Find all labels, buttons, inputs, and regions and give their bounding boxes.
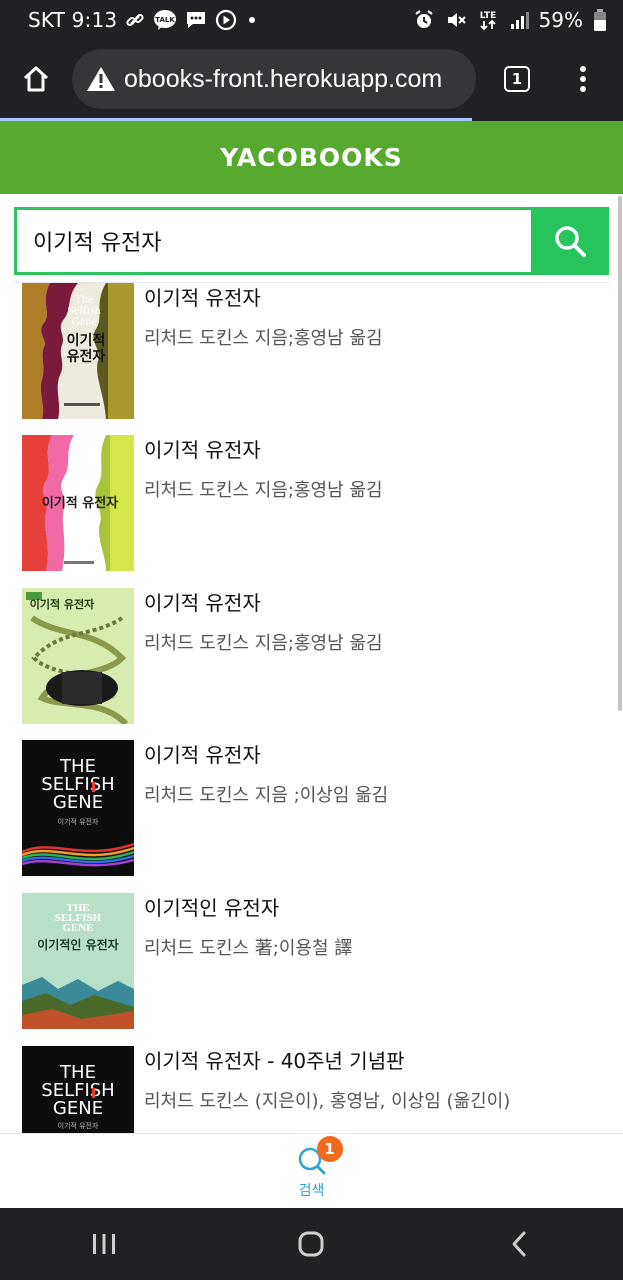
book-cover[interactable]: THE SELFISH GENE 이기적 유전자 xyxy=(22,740,134,876)
search-input[interactable] xyxy=(33,228,531,254)
home-icon xyxy=(23,66,49,92)
book-list: The Selfish Gene 이기적 유전자 이기적 유전자 리처드 도킨스… xyxy=(0,283,610,1133)
cover-text: 유전자 xyxy=(67,348,106,365)
book-author: 리처드 도킨스 著;이용철 譯 xyxy=(144,938,353,959)
bottom-nav: 1 검색 xyxy=(0,1133,623,1208)
browser-menu-button[interactable] xyxy=(558,40,608,118)
book-author: 리처드 도킨스 지음;홍영남 옮김 xyxy=(144,480,383,501)
home-system-button[interactable] xyxy=(271,1208,351,1280)
book-item[interactable]: The Selfish Gene 이기적 유전자 이기적 유전자 리처드 도킨스… xyxy=(22,283,602,419)
cover-text: 이기적인 유전자 xyxy=(37,937,118,952)
cover-text: Gene xyxy=(71,466,96,480)
book-title[interactable]: 이기적 유전자 xyxy=(144,437,383,463)
cover-text: 이기적 유전자 xyxy=(58,1121,99,1130)
book-item[interactable]: THE SELFISH GENE 이기적인 유전자 이기적인 유전자 리처드 도… xyxy=(22,893,602,1029)
book-author: 리처드 도킨스 지음;홍영남 옮김 xyxy=(144,328,383,349)
book-item[interactable]: The Selfish Gene 이기적 유전자 이기적 유전자 리처드 도킨스… xyxy=(22,435,602,571)
book-author: 리처드 도킨스 지음;홍영남 옮김 xyxy=(144,633,383,654)
cover-text: Gene xyxy=(71,314,96,328)
signal-icon xyxy=(509,10,529,30)
cover-text: GENE xyxy=(53,792,103,813)
book-title[interactable]: 이기적 유전자 xyxy=(144,590,383,616)
cover-text: 이기적 유전자 xyxy=(42,495,118,511)
book-cover[interactable]: The Selfish Gene 이기적 유전자 xyxy=(22,283,134,419)
book-item[interactable]: THE SELFISH GENE 이기적 유전자 이기적 유전자 - 40주년 … xyxy=(22,1046,602,1133)
tab-switcher-button[interactable]: 1 xyxy=(476,40,558,118)
notification-badge: 1 xyxy=(316,1136,343,1162)
book-cover[interactable]: THE SELFISH GENE 이기적 유전자 xyxy=(22,1046,134,1133)
scrollbar[interactable] xyxy=(618,196,622,711)
search-button[interactable] xyxy=(531,207,609,275)
recent-apps-button[interactable] xyxy=(64,1208,144,1280)
tab-count: 1 xyxy=(504,66,530,92)
battery-percent: 59% xyxy=(538,8,583,32)
network-label: LTE xyxy=(479,11,496,21)
book-item[interactable]: THE SELFISH GENE 이기적 유전자 이기적 유전자 리처드 도킨스… xyxy=(22,740,602,876)
browser-toolbar: obooks-front.herokuapp.com 1 xyxy=(0,40,623,118)
book-author: 리처드 도킨스 (지은이), 홍영남, 이상임 (옮긴이) xyxy=(144,1091,511,1112)
book-author: 리처드 도킨스 지음 ;이상임 옮김 xyxy=(144,785,389,806)
book-item[interactable]: 이기적 유전자 이기적 유전자 리처드 도킨스 지음;홍영남 옮김 xyxy=(22,588,602,724)
search-input-wrapper xyxy=(14,207,531,275)
book-title[interactable]: 이기적 유전자 xyxy=(144,742,388,768)
home-circle-icon xyxy=(298,1231,324,1257)
cover-text: GENE xyxy=(53,1098,103,1119)
app-logo[interactable]: YACOBOOKS xyxy=(220,143,403,172)
kakaotalk-icon: TALK xyxy=(153,9,177,31)
book-title[interactable]: 이기적 유전자 xyxy=(144,285,383,311)
url-text[interactable]: obooks-front.herokuapp.com xyxy=(124,65,442,94)
back-button[interactable] xyxy=(479,1208,559,1280)
cover-text: 이기적 xyxy=(67,332,106,349)
cover-text: 이기적 유전자 xyxy=(30,597,95,611)
status-bar: SKT 9:13 TALK LTE 59% xyxy=(0,0,623,40)
book-title[interactable]: 이기적인 유전자 xyxy=(144,895,352,921)
system-nav-bar xyxy=(0,1208,623,1280)
dot-icon xyxy=(245,13,259,27)
search-bar xyxy=(14,207,609,275)
book-title[interactable]: 이기적 유전자 - 40주년 기념판 xyxy=(144,1048,510,1074)
search-icon xyxy=(555,226,586,257)
more-vert-icon xyxy=(580,66,586,92)
carrier-time: SKT 9:13 xyxy=(28,8,118,32)
alarm-icon xyxy=(413,9,435,31)
battery-icon xyxy=(593,8,607,32)
recent-apps-icon xyxy=(92,1234,115,1254)
address-bar[interactable]: obooks-front.herokuapp.com xyxy=(72,49,476,109)
chat-icon xyxy=(185,9,207,31)
app-header: YACOBOOKS xyxy=(0,121,623,194)
talk-badge-text: TALK xyxy=(156,16,176,24)
nav-search-tab[interactable]: 1 검색 xyxy=(297,1136,343,1200)
book-cover[interactable]: 이기적 유전자 xyxy=(22,588,134,724)
mute-icon xyxy=(445,9,467,31)
link-icon xyxy=(125,10,145,30)
home-button[interactable] xyxy=(0,40,72,118)
lte-icon: LTE xyxy=(477,8,499,32)
nav-search-label: 검색 xyxy=(298,1183,325,1199)
back-icon xyxy=(512,1231,526,1257)
warning-icon[interactable] xyxy=(86,65,116,93)
book-cover[interactable]: THE SELFISH GENE 이기적인 유전자 xyxy=(22,893,134,1029)
cover-text: 이기적 유전자 xyxy=(58,817,99,826)
play-circle-icon xyxy=(215,9,237,31)
cover-text: GENE xyxy=(62,922,93,934)
book-cover[interactable]: The Selfish Gene 이기적 유전자 xyxy=(22,435,134,571)
